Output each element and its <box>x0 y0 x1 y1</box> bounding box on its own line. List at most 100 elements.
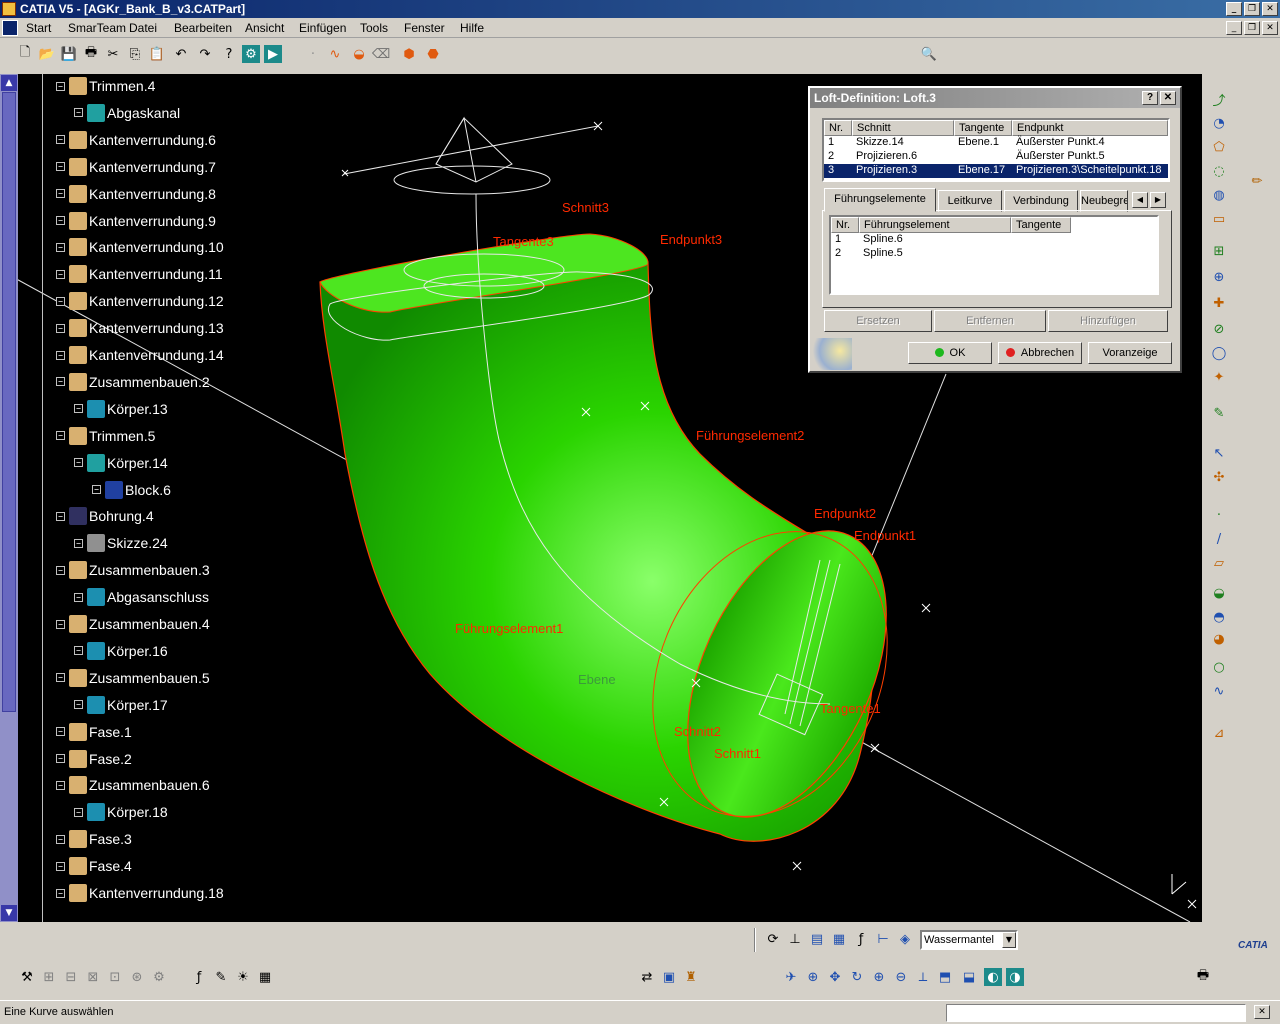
tree-expander-icon[interactable]: − <box>74 538 83 548</box>
tree-node[interactable]: − Fase.4 <box>56 855 132 877</box>
tree-node[interactable]: − Kantenverrundung.7 <box>56 156 216 178</box>
hide-show-icon[interactable]: ◐ <box>984 968 1002 986</box>
tree-node-label[interactable]: Kantenverrundung.8 <box>89 186 216 202</box>
swap-visible-icon[interactable]: ◑ <box>1006 968 1024 986</box>
tree-node-label[interactable]: Kantenverrundung.11 <box>89 266 223 282</box>
tree-node-label[interactable]: Abgaskanal <box>107 105 180 121</box>
eraser-icon[interactable]: ⌫ <box>372 45 390 63</box>
tree-expander-icon[interactable]: − <box>56 296 65 306</box>
work-object-icon[interactable]: ◈ <box>896 930 914 948</box>
preview-button[interactable]: Voranzeige <box>1088 342 1172 364</box>
analysis-icon[interactable]: ⊿ <box>1210 724 1228 742</box>
tree-expander-icon[interactable]: − <box>74 646 83 656</box>
point-icon[interactable]: · <box>304 45 322 63</box>
tree-node-label[interactable]: Trimmen.4 <box>89 78 155 94</box>
tree-node-label[interactable]: Zusammenbauen.6 <box>89 777 210 793</box>
tree-node-label[interactable]: Kantenverrundung.10 <box>89 239 224 255</box>
tree-node[interactable]: − Kantenverrundung.18 <box>56 882 224 904</box>
add-button[interactable]: Hinzufügen <box>1048 310 1168 332</box>
tree-expander-icon[interactable]: − <box>56 619 65 629</box>
scroll-down-icon[interactable]: ▼ <box>1 905 17 921</box>
current-body-select[interactable]: Wassermantel ▼ <box>920 930 1018 950</box>
tree-expander-icon[interactable]: − <box>56 162 65 172</box>
tree-node[interactable]: − Trimmen.4 <box>56 75 155 97</box>
guide-row[interactable]: 2 Spline.5 <box>831 247 1157 261</box>
section-row[interactable]: 1 Skizze.14 Ebene.1 Äußerster Punkt.4 <box>824 136 1168 150</box>
healing-icon[interactable]: ✚ <box>1210 294 1228 312</box>
doc-close-button[interactable]: ✕ <box>1262 21 1278 35</box>
status-close-button[interactable]: ✕ <box>1254 1005 1270 1019</box>
tree-node[interactable]: − Körper.13 <box>74 398 168 420</box>
dropdown-arrow-icon[interactable]: ▼ <box>1002 932 1016 948</box>
surface-icon[interactable]: ◒ <box>350 45 368 63</box>
tree-node-label[interactable]: Abgasanschluss <box>107 589 209 605</box>
views-icon[interactable]: ⬒ <box>936 968 954 986</box>
macro-icon[interactable]: ⚙ <box>242 45 260 63</box>
join-icon[interactable]: ⊕ <box>1210 268 1228 286</box>
scroll-up-icon[interactable]: ▲ <box>1 75 17 91</box>
translate-icon[interactable]: ✣ <box>1210 468 1228 486</box>
sweep-icon[interactable]: ⤴ <box>1210 90 1228 109</box>
tree-expander-icon[interactable]: − <box>56 81 65 91</box>
tree-node[interactable]: − Körper.16 <box>74 640 168 662</box>
guide-col-element[interactable]: Führungselement <box>859 217 1011 233</box>
tree-node-label[interactable]: Fase.2 <box>89 751 132 767</box>
label-schnitt1[interactable]: Schnitt1 <box>714 746 761 761</box>
axis-system-icon[interactable]: ⊥ <box>786 930 804 948</box>
sketcher-icon[interactable]: ✏ <box>1248 172 1266 190</box>
doc-restore-button[interactable]: ❐ <box>1244 21 1260 35</box>
tree-expander-icon[interactable]: − <box>74 807 83 817</box>
tab-fuehrungselemente[interactable]: Führungselemente <box>824 188 936 212</box>
tree-node[interactable]: − Fase.1 <box>56 721 132 743</box>
tree-node[interactable]: − Zusammenbauen.4 <box>56 613 210 635</box>
tree-node[interactable]: − Kantenverrundung.14 <box>56 344 224 366</box>
tree-expander-icon[interactable]: − <box>56 189 65 199</box>
command-input[interactable] <box>946 1004 1246 1022</box>
zoom-out-icon[interactable]: ⊖ <box>892 968 910 986</box>
sketch-icon[interactable]: ✎ <box>1210 404 1228 422</box>
tree-node[interactable]: − Kantenverrundung.6 <box>56 129 216 151</box>
pan-icon[interactable]: ✥ <box>826 968 844 986</box>
scan-icon[interactable]: ⊛ <box>128 968 146 986</box>
tree-node-label[interactable]: Trimmen.5 <box>89 428 155 444</box>
parallel-icon[interactable]: ◕ <box>1210 630 1228 648</box>
label-endpunkt3[interactable]: Endpunkt3 <box>660 232 722 247</box>
menu-ansicht[interactable]: Ansicht <box>245 21 284 35</box>
paste-icon[interactable]: 📋 <box>148 45 166 63</box>
section-row-selected[interactable]: 3 Projizieren.3 Ebene.17 Projizieren.3\S… <box>824 164 1168 178</box>
label-tangente3[interactable]: Tangente3 <box>493 234 554 249</box>
dialog-close-button[interactable]: ✕ <box>1160 91 1176 105</box>
tree-node-label[interactable]: Kantenverrundung.18 <box>89 885 224 901</box>
label-endpunkt1[interactable]: Endpunkt1 <box>854 528 916 543</box>
help-button[interactable]: ? <box>1142 91 1158 105</box>
tree-node[interactable]: − Kantenverrundung.11 <box>56 263 223 285</box>
normal-view-icon[interactable]: ⟂ <box>914 968 932 986</box>
tree-node-label[interactable]: Fase.3 <box>89 831 132 847</box>
tree-node[interactable]: − Block.6 <box>92 479 171 501</box>
tree-expander-icon[interactable]: − <box>56 242 65 252</box>
transform-icon[interactable]: ⊡ <box>106 968 124 986</box>
tree-node-label[interactable]: Kantenverrundung.7 <box>89 159 216 175</box>
tree-node-label[interactable]: Körper.18 <box>107 804 168 820</box>
menu-bearbeiten[interactable]: Bearbeiten <box>174 21 232 35</box>
col-nr[interactable]: Nr. <box>824 120 852 136</box>
remove-button[interactable]: Entfernen <box>934 310 1046 332</box>
tree-expander-icon[interactable]: − <box>56 888 65 898</box>
printer-icon[interactable]: 🖶 <box>1194 968 1212 986</box>
tree-node-label[interactable]: Kantenverrundung.14 <box>89 347 224 363</box>
tab-leitkurve[interactable]: Leitkurve <box>938 190 1002 212</box>
tree-expander-icon[interactable]: − <box>56 431 65 441</box>
tree-node[interactable]: − Abgaskanal <box>74 102 180 124</box>
cancel-button[interactable]: Abbrechen <box>998 342 1082 364</box>
undo-icon[interactable]: ↶ <box>172 45 190 63</box>
projection-icon[interactable]: ◒ <box>1210 584 1228 602</box>
boundary-icon[interactable]: ◯ <box>1210 344 1228 362</box>
swap-icon[interactable]: ⇄ <box>638 968 656 986</box>
blend-icon[interactable]: ◌ <box>1210 162 1228 180</box>
extract-icon[interactable]: ✦ <box>1210 368 1228 386</box>
new-icon[interactable]: 🗋 <box>16 45 34 63</box>
tree-node[interactable]: − Körper.17 <box>74 694 168 716</box>
offset-icon[interactable]: ◍ <box>1210 186 1228 204</box>
tree-expander-icon[interactable]: − <box>74 458 83 468</box>
guides-list[interactable]: Nr. Führungselement Tangente 1 Spline.6 … <box>829 215 1159 295</box>
